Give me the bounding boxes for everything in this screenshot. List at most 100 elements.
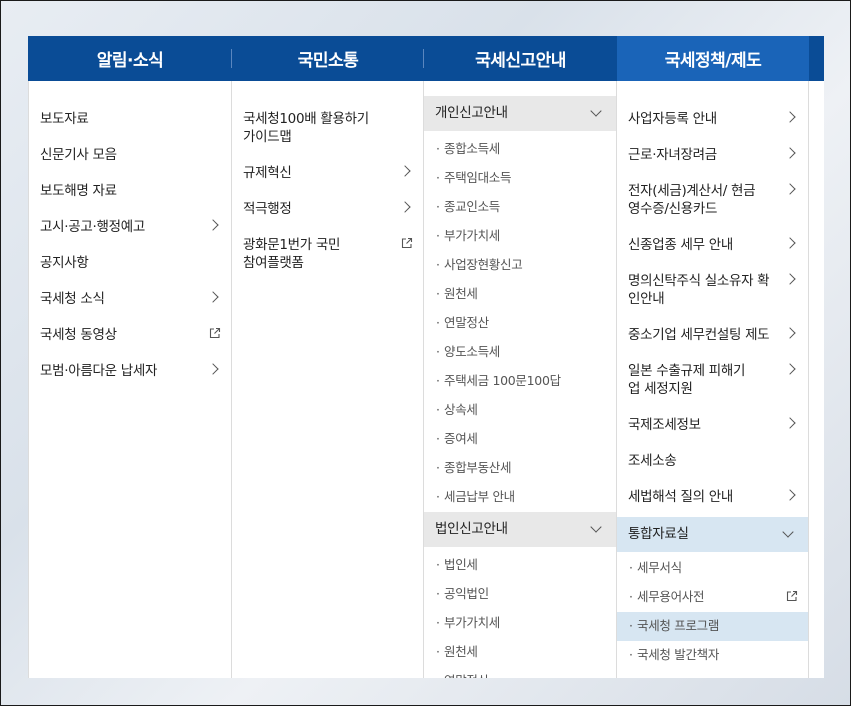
- menu-item-label: 보도해명 자료: [40, 183, 117, 199]
- chevron-right-icon: [207, 219, 219, 231]
- sub-item[interactable]: ·연말정산: [424, 667, 616, 678]
- menu-item-notices-announcements[interactable]: 고시·공고·행정예고: [29, 211, 231, 247]
- column-notice-news: 보도자료 신문기사 모음 보도해명 자료 고시·공고·행정예고 공지사항 국세청…: [28, 81, 232, 678]
- sub-item[interactable]: · 종교인소득: [424, 193, 616, 222]
- sub-item-label: 세무서식: [637, 560, 682, 575]
- menu-item-model-taxpayer[interactable]: 모범·아름다운 납세자: [29, 355, 231, 391]
- column-partial: [809, 81, 824, 678]
- menu-item-label: 모범·아름다운 납세자: [40, 363, 158, 379]
- menu-item-gwanghwamun-platform[interactable]: 광화문1번가 국민참여플랫폼: [232, 229, 423, 283]
- sub-item-label: 주택임대소득: [444, 170, 512, 185]
- sub-item-label: 국세청 발간책자: [637, 647, 720, 662]
- sub-item-label: 증여세: [444, 431, 478, 446]
- sub-item[interactable]: · 사업장현황신고: [424, 251, 616, 280]
- sub-item[interactable]: · 공익법인: [424, 580, 616, 609]
- sub-item[interactable]: · 주택임대소득: [424, 164, 616, 193]
- group-corporate-filing[interactable]: 법인신고안내: [424, 512, 616, 547]
- menu-item-press-release[interactable]: 보도자료: [29, 103, 231, 139]
- sub-item-label: 원천세: [444, 644, 478, 659]
- tab-tax-filing-guide[interactable]: 국세신고안내: [424, 36, 617, 81]
- sub-item-label: 상속세: [444, 402, 478, 417]
- sub-item[interactable]: · 원천세: [424, 638, 616, 667]
- chevron-right-icon: [207, 291, 219, 303]
- menu-item-label: 고시·공고·행정예고: [40, 219, 145, 235]
- menu-item-proactive-admin[interactable]: 적극행정: [232, 193, 423, 229]
- menu-item-label: 일본 수출규제 피해기업 세정지원: [628, 363, 746, 397]
- chevron-right-icon: [784, 489, 796, 501]
- menu-item-international-tax[interactable]: 국제조세정보: [617, 409, 808, 445]
- sub-item-tax-forms[interactable]: · 세무서식: [617, 554, 808, 583]
- sub-item-label: 종합부동산세: [444, 460, 512, 475]
- sub-item[interactable]: ·연말정산: [424, 309, 616, 338]
- menu-item-tax-interpretation[interactable]: 세법해석 질의 안내: [617, 481, 808, 517]
- sub-item-label: 양도소득세: [444, 344, 501, 359]
- column-tax-policy: 사업자등록 안내 근로·자녀장려금 전자(세금)계산서/ 현금영수증/신용카드 …: [617, 81, 809, 678]
- sub-item[interactable]: · 원천세: [424, 280, 616, 309]
- sub-item-nts-program[interactable]: · 국세청 프로그램: [617, 612, 808, 641]
- menu-item-label: 사업자등록 안내: [628, 111, 717, 127]
- column-tax-filing-guide: 개인신고안내 · 종합소득세 · 주택임대소득 · 종교인소득 · 부가가치세 · 사업장현황신고…: [424, 81, 617, 678]
- menu-item-business-registration[interactable]: 사업자등록 안내: [617, 103, 808, 139]
- chevron-down-icon: [782, 526, 794, 538]
- menu-item-tax-litigation[interactable]: 조세소송: [617, 445, 808, 481]
- sub-item-label: 종합소득세: [444, 141, 501, 156]
- group-personal-filing[interactable]: 개인신고안내: [424, 96, 616, 131]
- chevron-right-icon: [784, 327, 796, 339]
- menu-item-label: 보도자료: [40, 111, 89, 127]
- column-public-communication: 국세청100배 활용하기 가이드맵 규제혁신 적극행정 광화문1번가 국민참여플…: [232, 81, 424, 678]
- menu-item-label: 공지사항: [40, 255, 89, 271]
- chevron-right-icon: [784, 363, 796, 375]
- sub-item[interactable]: · 종합부동산세: [424, 454, 616, 483]
- sub-item-nts-publications[interactable]: · 국세청 발간책자: [617, 641, 808, 670]
- menu-item-label: 명의신탁주식 실소유자 확인안내: [628, 273, 770, 307]
- chevron-right-icon: [784, 417, 796, 429]
- menu-item-nts-video[interactable]: 국세청 동영상: [29, 319, 231, 355]
- menu-item-label: 국세청 소식: [40, 291, 105, 307]
- group-integrated-library[interactable]: 통합자료실: [617, 517, 808, 552]
- menu-item-nts-guide-map[interactable]: 국세청100배 활용하기 가이드맵: [232, 103, 423, 157]
- tab-public-communication[interactable]: 국민소통: [232, 36, 424, 81]
- chevron-right-icon: [784, 273, 796, 285]
- sub-item[interactable]: · 부가가치세: [424, 609, 616, 638]
- menu-item-sme-consulting[interactable]: 중소기업 세무컨설팅 제도: [617, 319, 808, 355]
- menu-item-label: 근로·자녀장려금: [628, 147, 717, 163]
- menu-item-press-clarification[interactable]: 보도해명 자료: [29, 175, 231, 211]
- sub-item[interactable]: · 종합소득세: [424, 135, 616, 164]
- chevron-down-icon: [590, 521, 602, 533]
- menu-item-regulatory-innovation[interactable]: 규제혁신: [232, 157, 423, 193]
- menu-item-nts-news[interactable]: 국세청 소식: [29, 283, 231, 319]
- menu-item-label: 국제조세정보: [628, 417, 701, 433]
- group-label: 통합자료실: [628, 526, 689, 542]
- chevron-right-icon: [784, 237, 796, 249]
- chevron-right-icon: [784, 111, 796, 123]
- sub-item[interactable]: · 주택세금 100문100답: [424, 367, 616, 396]
- tab-notice-news[interactable]: 알림·소식: [28, 36, 232, 81]
- external-link-icon: [786, 590, 798, 602]
- sub-item[interactable]: · 법인세: [424, 551, 616, 580]
- mega-menu-panel: 알림·소식 국민소통 국세신고안내 국세정책/제도 보도자료 신문기사 모음 보…: [28, 36, 824, 678]
- menu-item-e-invoice[interactable]: 전자(세금)계산서/ 현금영수증/신용카드: [617, 175, 808, 229]
- menu-item-japan-export-support[interactable]: 일본 수출규제 피해기업 세정지원: [617, 355, 808, 409]
- sub-item-tax-glossary[interactable]: · 세무용어사전: [617, 583, 808, 612]
- menu-item-nominee-stock[interactable]: 명의신탁주식 실소유자 확인안내: [617, 265, 808, 319]
- sub-item-label: 세무용어사전: [637, 589, 705, 604]
- chevron-right-icon: [399, 201, 411, 213]
- menu-item-label: 광화문1번가 국민참여플랫폼: [243, 237, 341, 271]
- sub-item[interactable]: · 양도소득세: [424, 338, 616, 367]
- menu-item-newspaper[interactable]: 신문기사 모음: [29, 139, 231, 175]
- menu-item-announcements[interactable]: 공지사항: [29, 247, 231, 283]
- sub-item[interactable]: · 세금납부 안내: [424, 483, 616, 512]
- external-link-icon: [401, 237, 413, 249]
- menu-item-label: 신종업종 세무 안내: [628, 237, 733, 253]
- menu-item-earned-income-credit[interactable]: 근로·자녀장려금: [617, 139, 808, 175]
- tab-tax-policy[interactable]: 국세정책/제도: [617, 36, 809, 81]
- menu-item-new-industry-tax[interactable]: 신종업종 세무 안내: [617, 229, 808, 265]
- sub-item[interactable]: · 부가가치세: [424, 222, 616, 251]
- sub-item[interactable]: · 증여세: [424, 425, 616, 454]
- menu-item-label: 전자(세금)계산서/ 현금영수증/신용카드: [628, 183, 756, 217]
- sub-item[interactable]: · 상속세: [424, 396, 616, 425]
- menu-item-label: 국세청 동영상: [40, 327, 117, 343]
- sub-item-label: 사업장현황신고: [444, 257, 523, 272]
- menu-item-label: 적극행정: [243, 201, 292, 217]
- external-link-icon: [209, 327, 221, 339]
